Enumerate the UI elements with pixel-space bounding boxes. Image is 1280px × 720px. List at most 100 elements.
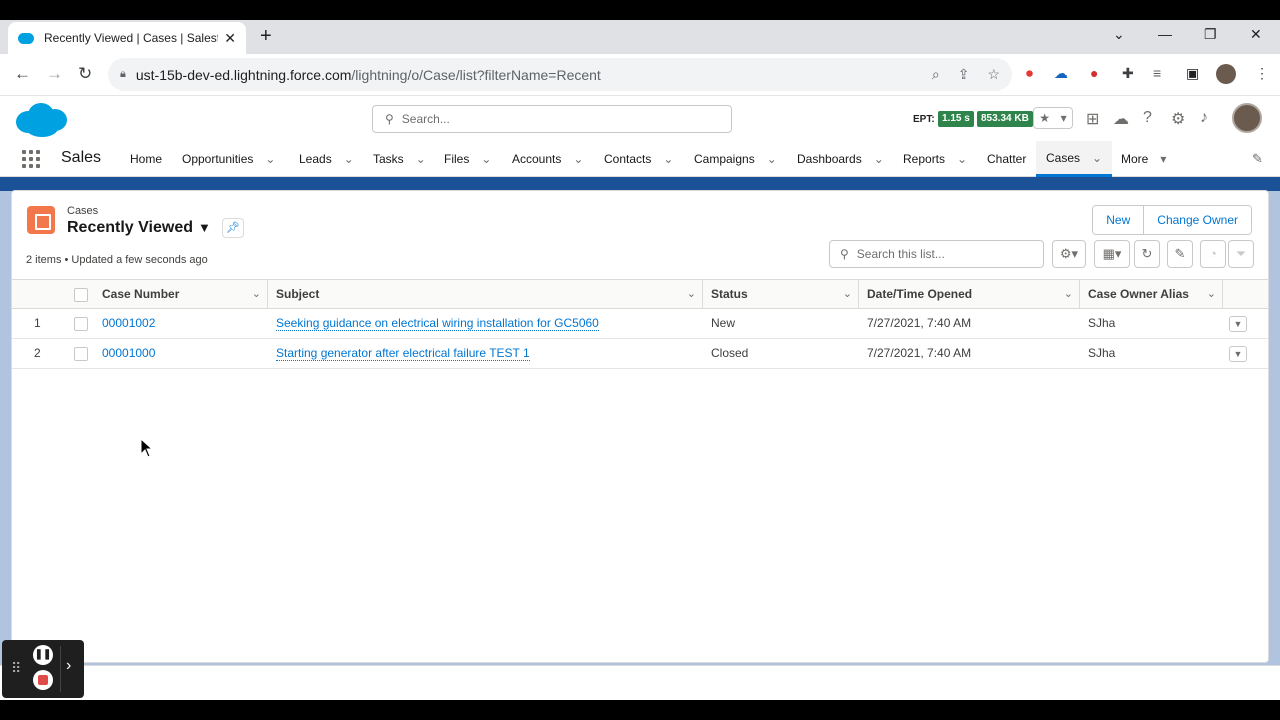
notifications-bell-icon[interactable]: ♪ [1200,109,1208,127]
back-icon[interactable]: ← [14,64,31,84]
select-all-checkbox[interactable] [74,288,88,302]
share-icon[interactable]: ⇪ [958,66,970,83]
extension-red-icon[interactable]: ● [1090,65,1098,81]
column-header-case-number[interactable]: Case Number ⌄ [94,280,268,309]
row-actions-dropdown-icon[interactable]: ▼ [1229,316,1247,332]
user-avatar[interactable] [1232,103,1262,133]
chevron-down-icon[interactable]: ⌄ [663,152,673,166]
row-actions-dropdown-icon[interactable]: ▼ [1229,346,1247,362]
chevron-right-icon[interactable]: › [66,657,71,675]
list-search-input[interactable]: ⚲ Search this list... [829,240,1044,268]
nav-item-accounts[interactable]: Accounts ⌄ [512,141,583,177]
chevron-down-icon[interactable]: ⌄ [481,152,491,166]
chevron-down-icon[interactable]: ⌄ [767,152,777,166]
nav-item-campaigns[interactable]: Campaigns ⌄ [694,141,777,177]
column-header-subject[interactable]: Subject ⌄ [268,280,703,309]
row-checkbox[interactable] [74,347,88,361]
chevron-down-icon[interactable]: ⌄ [265,152,275,166]
nav-item-reports[interactable]: Reports ⌄ [903,141,967,177]
zoom-icon[interactable]: ⌕ [932,66,940,83]
chevron-down-icon[interactable]: ⌄ [1064,280,1073,309]
row-checkbox[interactable] [74,317,88,331]
close-tab-icon[interactable]: ✕ [224,30,236,47]
row-number: 1 [34,316,41,330]
list-view-picker-caret-icon[interactable]: ▼ [198,220,211,235]
help-icon[interactable]: ? [1143,109,1152,127]
nav-item-home[interactable]: Home [130,141,162,177]
case-number-text: 00001002 [102,316,156,330]
pause-icon[interactable]: ❚❚ [33,645,53,665]
list-view-name[interactable]: Recently Viewed [67,219,193,237]
inline-edit-pencil-icon[interactable]: ✎ [1167,240,1193,268]
nav-item-files[interactable]: Files ⌄ [444,141,491,177]
nav-label: Files [444,152,470,166]
window-close-icon[interactable]: ✕ [1250,26,1262,43]
chevron-down-icon[interactable]: ⌄ [573,152,583,166]
setup-gear-icon[interactable]: ⚙ [1171,109,1185,129]
drag-handle-icon[interactable]: ⠿ [11,660,21,677]
list-settings-gear-icon[interactable]: ⚙▾ [1052,240,1086,268]
pin-list-view-icon[interactable]: 📌︎ [222,218,244,238]
new-button[interactable]: New [1093,206,1144,234]
browser-menu-icon[interactable]: ⋮ [1255,65,1269,82]
favorite-star-icon[interactable]: ★ [1039,111,1050,125]
chevron-down-icon[interactable]: ⌄ [687,280,696,309]
forward-icon[interactable]: → [46,64,63,84]
profile-avatar[interactable] [1216,64,1236,84]
lock-icon[interactable]: 🔒︎ [120,68,126,81]
nav-item-tasks[interactable]: Tasks ⌄ [373,141,426,177]
reload-icon[interactable]: ↻ [78,64,92,84]
media-icon[interactable]: ≡ [1153,65,1161,81]
refresh-icon[interactable]: ↻ [1134,240,1160,268]
nav-item-leads[interactable]: Leads ⌄ [299,141,354,177]
case-number-link[interactable]: 00001000 [94,339,155,368]
favorites-dropdown-icon[interactable]: ▾ [1061,111,1067,125]
chevron-down-icon[interactable]: ⌄ [1207,280,1216,309]
filter-icon[interactable]: ⏷ [1228,240,1254,268]
chevron-down-icon[interactable]: ⌄ [344,152,354,166]
tab-search-icon[interactable]: ⌄ [1113,26,1125,43]
chevron-down-icon[interactable]: ⌄ [957,152,967,166]
chevron-down-icon[interactable]: ⌄ [1092,151,1102,165]
address-bar[interactable]: 🔒︎ ust-15b-dev-ed.lightning.force.com/li… [108,58,1012,91]
case-number-link[interactable]: 00001002 [94,309,155,338]
nav-item-dashboards[interactable]: Dashboards ⌄ [797,141,884,177]
display-as-table-icon[interactable]: ▦▾ [1094,240,1130,268]
chevron-down-icon[interactable]: ⌄ [416,152,426,166]
global-search-input[interactable]: ⚲ Search... [372,105,732,133]
column-header-status[interactable]: Status ⌄ [703,280,859,309]
chevron-down-icon[interactable]: ⌄ [843,280,852,309]
minimize-icon[interactable]: — [1158,26,1172,42]
chevron-down-icon[interactable]: ⌄ [874,152,884,166]
chevron-down-icon[interactable]: ⌄ [252,280,261,309]
stop-icon[interactable] [33,670,53,690]
extensions-puzzle-icon[interactable]: ✚ [1122,65,1134,82]
favorites-button[interactable]: ★ ▾ [1033,107,1073,129]
restore-icon[interactable]: ❐ [1204,26,1217,43]
record-extension-icon[interactable]: ⏺ [1026,65,1033,82]
nav-item-more[interactable]: More ▾ [1121,141,1166,177]
subject-link[interactable]: Starting generator after electrical fail… [268,339,530,368]
trailhead-icon[interactable]: ☁ [1113,109,1129,129]
nav-item-chatter[interactable]: Chatter [987,141,1026,177]
side-panel-icon[interactable]: ▣ [1186,65,1199,82]
charts-icon[interactable]: ◔ [1200,240,1226,268]
caret-down-icon[interactable]: ▾ [1160,152,1166,166]
nav-item-opportunities[interactable]: Opportunities ⌄ [182,141,275,177]
nav-label: Tasks [373,152,404,166]
global-actions-icon[interactable]: ⊞ [1086,109,1099,129]
status-cell: New [711,316,736,330]
column-header-owner-alias[interactable]: Case Owner Alias ⌄ [1080,280,1223,309]
edit-nav-pencil-icon[interactable]: ✎ [1252,151,1263,167]
salesforce-logo-icon[interactable] [14,102,68,138]
column-header-date-opened[interactable]: Date/Time Opened ⌄ [859,280,1080,309]
bookmark-star-icon[interactable]: ☆ [987,66,1000,83]
change-owner-button[interactable]: Change Owner [1143,206,1251,234]
nav-item-cases[interactable]: Cases ⌄ [1036,141,1113,177]
new-tab-icon[interactable]: + [260,25,272,48]
lwc-extension-icon[interactable]: ☁ [1054,65,1068,82]
subject-link[interactable]: Seeking guidance on electrical wiring in… [268,309,599,338]
browser-tab[interactable]: Recently Viewed | Cases | Salesfo ✕ [8,22,246,54]
app-launcher-icon[interactable] [22,150,40,168]
nav-item-contacts[interactable]: Contacts ⌄ [604,141,673,177]
